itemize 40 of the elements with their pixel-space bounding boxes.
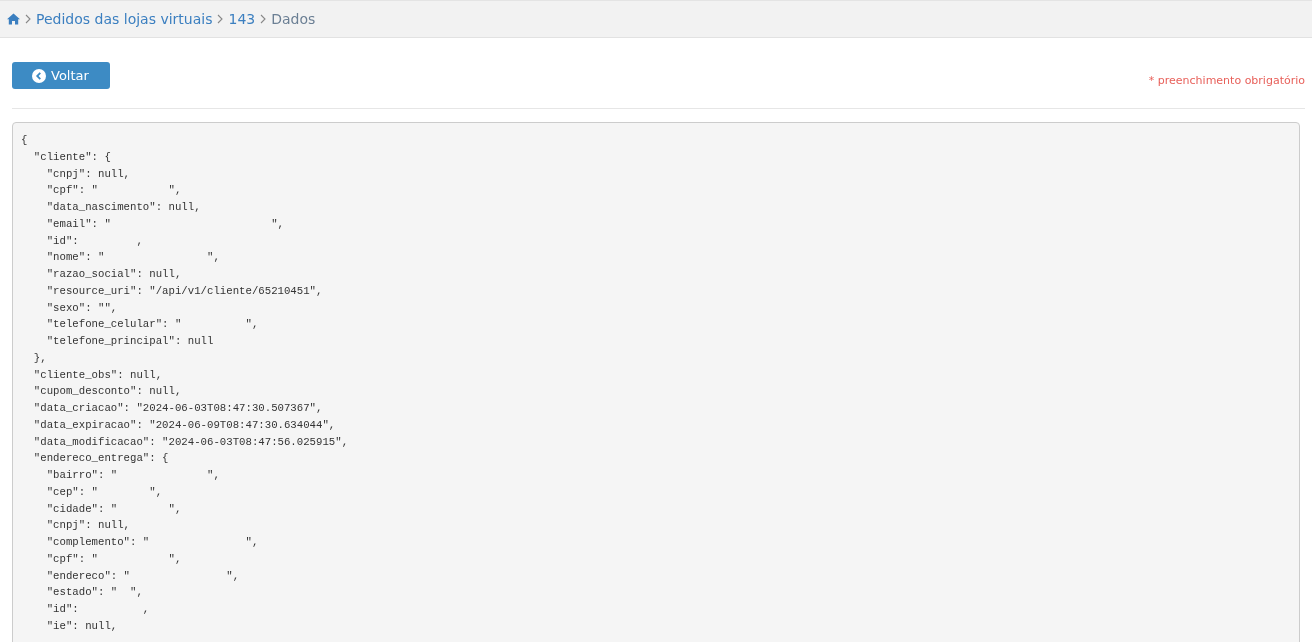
- back-button[interactable]: Voltar: [12, 62, 110, 89]
- code-line: "id": ,: [45, 233, 143, 249]
- code-line: "data_criacao": "2024-06-03T08:47:30.507367",: [32, 401, 323, 416]
- required-note: * preenchimento obrigatório: [1148, 74, 1305, 89]
- code-line: "sexo": "",: [45, 300, 118, 316]
- code-line: },: [32, 350, 47, 366]
- code-line: "telefone_principal": null: [45, 334, 214, 349]
- code-line: "cidade": " ",: [45, 501, 182, 517]
- code-line: "cpf": " ",: [45, 551, 182, 567]
- back-circle-icon: [32, 68, 46, 83]
- code-line: "ie": null,: [45, 618, 118, 634]
- code-line: "cnpj": null,: [45, 518, 131, 534]
- code-line: "cep": " ",: [45, 484, 163, 500]
- home-icon[interactable]: [7, 13, 20, 25]
- code-line: "data_nascimento": null,: [45, 200, 201, 215]
- code-line: "estado": " ",: [45, 585, 143, 601]
- code-line: "bairro": " ",: [45, 468, 220, 483]
- chevron-icon: [217, 14, 224, 24]
- code-line: "cpf": " ",: [45, 183, 182, 199]
- chevron-icon: [260, 14, 267, 24]
- code-line: "data_expiracao": "2024-06-09T08:47:30.634044",: [32, 417, 336, 433]
- code-line: "data_modificacao": "2024-06-03T08:47:56.025915",: [32, 434, 349, 450]
- breadcrumb-current: Dados: [271, 11, 316, 27]
- code-line: "nome": " ",: [45, 250, 220, 266]
- code-line: "email": " ",: [45, 216, 284, 232]
- breadcrumb-link[interactable]: 143: [228, 11, 256, 27]
- code-line: "endereco": " ",: [45, 568, 240, 584]
- code-line: "endereco_entrega": {: [32, 451, 169, 467]
- chevron-icon: [25, 14, 31, 24]
- code-line: "complemento": " ",: [45, 535, 259, 550]
- code-line: "razao_social": null,: [45, 267, 182, 282]
- code-line: "id": ,: [45, 602, 150, 617]
- breadcrumb-link[interactable]: Pedidos das lojas virtuais: [36, 11, 213, 27]
- code-line: "cliente_obs": null,: [32, 367, 163, 383]
- code-line: "cnpj": null,: [45, 166, 131, 182]
- code-line: "resource_uri": "/api/v1/cliente/65210451",: [45, 283, 323, 299]
- code-line: "cupom_desconto": null,: [32, 384, 182, 400]
- code-line: {: [21, 133, 28, 148]
- code-line: "cliente": {: [32, 149, 111, 165]
- code-line: "telefone_celular": " ",: [45, 317, 259, 333]
